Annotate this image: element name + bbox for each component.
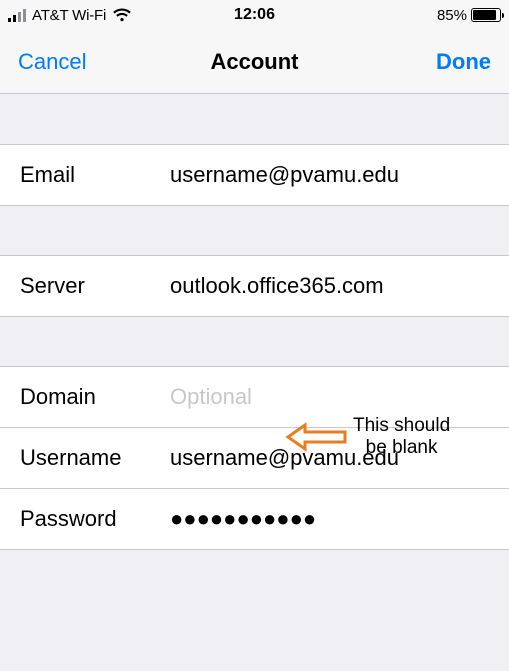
email-label: Email: [20, 162, 170, 188]
server-label: Server: [20, 273, 170, 299]
battery-percent: 85%: [437, 7, 467, 24]
group-gap: [0, 316, 509, 366]
password-field-masked[interactable]: ●●●●●●●●●●●: [170, 506, 489, 532]
status-bar: AT&T Wi-Fi 12:06 85%: [0, 0, 509, 30]
email-row[interactable]: Email: [0, 144, 509, 206]
username-row[interactable]: Username: [0, 427, 509, 489]
domain-row[interactable]: Domain: [0, 366, 509, 428]
domain-field[interactable]: [170, 384, 489, 410]
server-row[interactable]: Server: [0, 255, 509, 317]
domain-label: Domain: [20, 384, 170, 410]
username-label: Username: [20, 445, 170, 471]
status-right: 85%: [437, 7, 501, 24]
nav-bar: Cancel Account Done: [0, 30, 509, 94]
done-button[interactable]: Done: [436, 49, 491, 75]
battery-fill: [473, 10, 496, 20]
wifi-icon: [112, 8, 132, 22]
username-field[interactable]: [170, 445, 489, 471]
cancel-button[interactable]: Cancel: [18, 49, 86, 75]
clock: 12:06: [234, 6, 275, 24]
cellular-signal-icon: [8, 8, 26, 22]
password-row[interactable]: Password ●●●●●●●●●●●: [0, 488, 509, 550]
server-field[interactable]: [170, 273, 489, 299]
carrier-label: AT&T Wi-Fi: [32, 7, 106, 24]
password-label: Password: [20, 506, 170, 532]
group-gap: [0, 94, 509, 144]
page-title: Account: [211, 49, 299, 75]
battery-icon: [471, 8, 501, 22]
group-gap: [0, 205, 509, 255]
email-field[interactable]: [170, 162, 489, 188]
status-left: AT&T Wi-Fi: [8, 7, 132, 24]
